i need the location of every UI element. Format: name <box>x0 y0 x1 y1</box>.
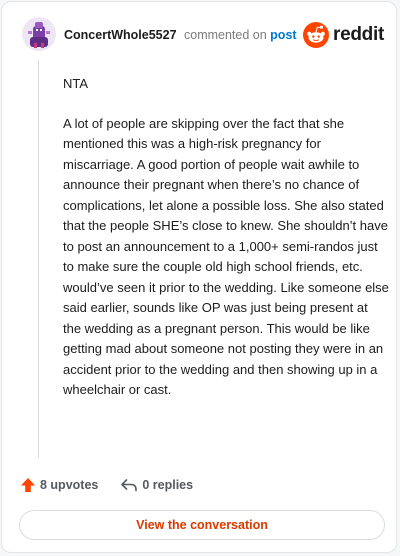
upvotes-count: 8 upvotes <box>40 478 99 492</box>
reply-arrow-icon <box>121 479 138 492</box>
replies-count: 0 replies <box>142 478 194 492</box>
comment-header: ConcertWhole5527 commented on post reddi… <box>20 16 384 56</box>
reddit-wordmark: reddit <box>333 24 384 45</box>
comment-meta: commented on post <box>184 28 297 42</box>
reddit-brand[interactable]: reddit <box>303 22 384 48</box>
comment-body: NTA A lot of people are skipping over th… <box>63 74 389 420</box>
upvote-button[interactable]: 8 upvotes <box>20 477 98 493</box>
thread-line <box>38 60 39 458</box>
reply-button[interactable]: 0 replies <box>120 477 193 493</box>
view-conversation-button[interactable]: View the conversation <box>19 510 385 540</box>
meta-prefix: commented on <box>184 28 267 42</box>
post-link[interactable]: post <box>270 28 296 42</box>
upvote-arrow-icon <box>21 478 35 492</box>
comment-paragraph-main: A lot of people are skipping over the fa… <box>63 115 389 398</box>
reddit-logo-icon <box>303 22 330 48</box>
username-link[interactable]: ConcertWhole5527 <box>64 28 177 42</box>
avatar-image <box>22 17 56 51</box>
avatar[interactable] <box>22 17 56 51</box>
comment-card: ConcertWhole5527 commented on post reddi… <box>1 1 397 553</box>
comment-paragraph-verdict: NTA <box>63 76 89 91</box>
comment-actions: 8 upvotes 0 replies <box>20 474 193 496</box>
